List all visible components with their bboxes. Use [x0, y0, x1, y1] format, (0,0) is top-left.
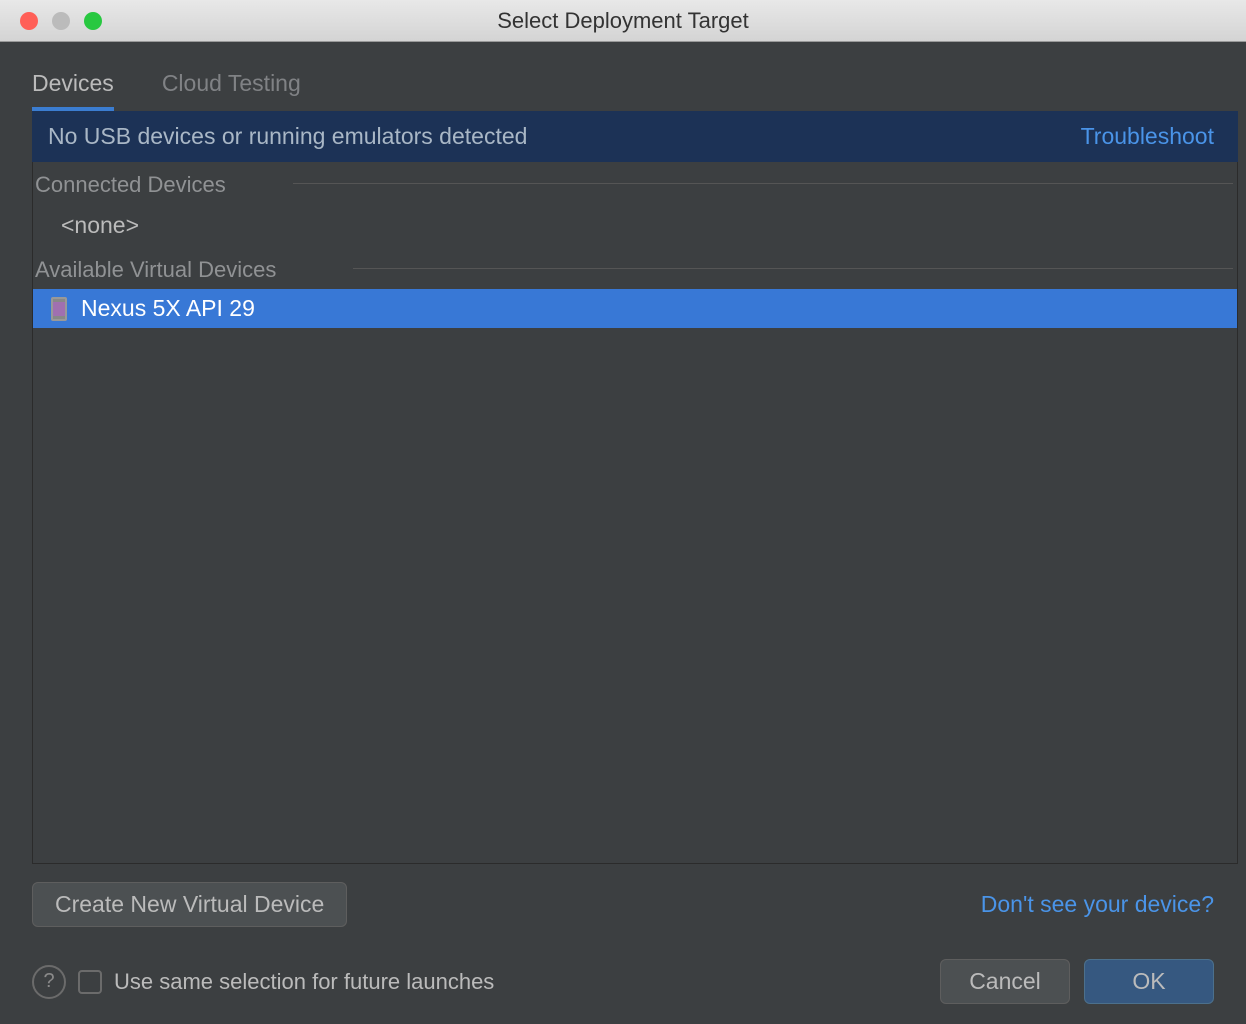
tab-devices[interactable]: Devices: [32, 70, 114, 111]
remember-selection-checkbox[interactable]: [78, 970, 102, 994]
device-name: Nexus 5X API 29: [81, 295, 255, 322]
device-list-panel: Connected Devices <none> Available Virtu…: [32, 162, 1238, 864]
dont-see-device-link[interactable]: Don't see your device?: [981, 891, 1214, 918]
troubleshoot-link[interactable]: Troubleshoot: [1081, 123, 1214, 150]
footer-actions-row: ? Use same selection for future launches…: [32, 959, 1214, 1004]
dialog-content: Devices Cloud Testing No USB devices or …: [0, 42, 1246, 1024]
tab-cloud-testing[interactable]: Cloud Testing: [162, 70, 301, 111]
footer-left-actions: ? Use same selection for future launches: [32, 965, 494, 999]
footer-top-row: Create New Virtual Device Don't see your…: [32, 882, 1214, 927]
dialog-footer: Create New Virtual Device Don't see your…: [0, 864, 1246, 1024]
footer-right-actions: Cancel OK: [940, 959, 1214, 1004]
device-item[interactable]: Nexus 5X API 29: [33, 289, 1237, 328]
ok-button[interactable]: OK: [1084, 959, 1214, 1004]
maximize-window-button[interactable]: [84, 12, 102, 30]
status-message: No USB devices or running emulators dete…: [48, 123, 527, 150]
status-bar: No USB devices or running emulators dete…: [32, 111, 1238, 162]
connected-devices-header: Connected Devices: [33, 162, 1237, 204]
deployment-target-dialog: Select Deployment Target Devices Cloud T…: [0, 0, 1246, 1024]
remember-selection-label: Use same selection for future launches: [114, 969, 494, 995]
window-title: Select Deployment Target: [497, 8, 749, 34]
window-controls: [0, 12, 102, 30]
connected-devices-none: <none>: [33, 204, 1237, 247]
phone-icon: [51, 297, 67, 321]
tab-bar: Devices Cloud Testing: [0, 42, 1246, 111]
help-button[interactable]: ?: [32, 965, 66, 999]
cancel-button[interactable]: Cancel: [940, 959, 1070, 1004]
titlebar: Select Deployment Target: [0, 0, 1246, 42]
close-window-button[interactable]: [20, 12, 38, 30]
remember-selection-container: Use same selection for future launches: [78, 969, 494, 995]
minimize-window-button[interactable]: [52, 12, 70, 30]
available-devices-header: Available Virtual Devices: [33, 247, 1237, 289]
create-virtual-device-button[interactable]: Create New Virtual Device: [32, 882, 347, 927]
